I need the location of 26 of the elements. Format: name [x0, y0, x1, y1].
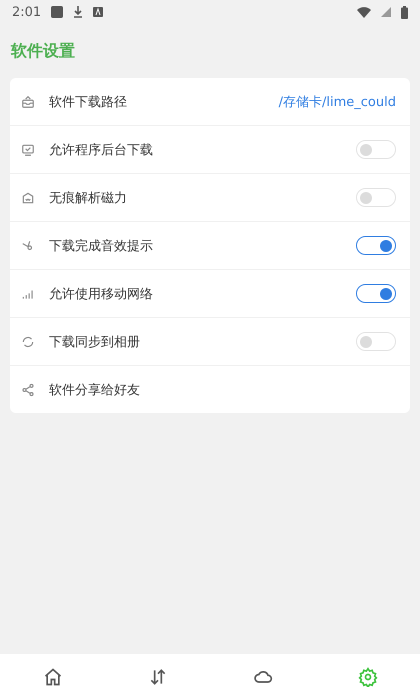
app-notification-icon: [93, 7, 104, 17]
cellular-icon: [381, 7, 391, 17]
setting-label: 下载完成音效提示: [49, 238, 154, 254]
notification-icon: [51, 6, 64, 18]
download-path-link[interactable]: /存储卡/lime_could: [278, 92, 396, 110]
wifi-icon: [357, 6, 371, 18]
setting-label: 允许使用移动网络: [49, 286, 154, 302]
toggle-switch[interactable]: [356, 284, 396, 303]
setting-label: 软件分享给好友: [49, 382, 141, 398]
setting-label: 无痕解析磁力: [49, 190, 128, 206]
inbox-icon: [21, 94, 35, 108]
setting-label: 下载同步到相册: [49, 334, 141, 350]
share-icon: [21, 382, 35, 396]
setting-label: 软件下载路径: [49, 94, 128, 110]
settings-icon: [358, 667, 378, 687]
page-title: 软件设置: [11, 40, 76, 62]
status-time: 2:01: [12, 4, 42, 20]
setting-label: 允许程序后台下载: [49, 142, 154, 158]
box-icon: [21, 190, 35, 204]
download-icon: [73, 6, 84, 18]
monitor-icon: [21, 142, 35, 156]
node-icon: [21, 238, 35, 252]
toggle-switch[interactable]: [356, 236, 396, 255]
sync-icon: [21, 334, 35, 348]
battery-icon: [401, 6, 408, 18]
home-icon: [42, 667, 62, 687]
